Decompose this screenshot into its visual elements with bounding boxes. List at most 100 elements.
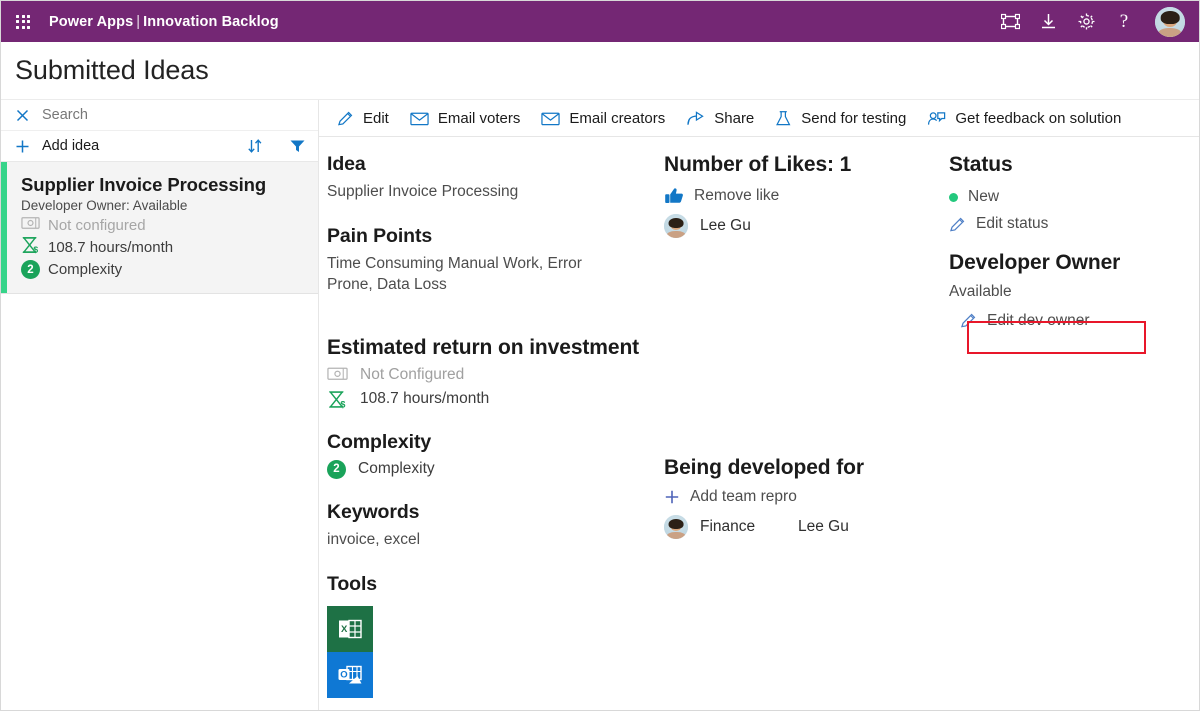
search-row[interactable] [1, 100, 318, 131]
idea-heading: Idea [327, 153, 366, 175]
pencil-icon [949, 216, 966, 233]
edit-button[interactable]: Edit [329, 100, 402, 137]
add-idea-button[interactable]: Add idea [42, 138, 99, 154]
idea-roi-money-value: Not configured [48, 216, 146, 234]
team-name: Finance [700, 518, 756, 535]
email-creators-label: Email creators [569, 109, 666, 127]
outlook-tool-icon[interactable]: O [327, 651, 373, 698]
send-for-testing-label: Send for testing [801, 109, 907, 127]
page-header: Submitted Ideas [1, 42, 1199, 100]
plus-icon[interactable] [15, 139, 30, 154]
add-team-repro-button[interactable]: Add team repro [664, 488, 949, 506]
share-icon [686, 110, 705, 127]
close-icon[interactable] [15, 108, 30, 123]
idea-complexity: 2 Complexity [21, 260, 304, 279]
likes-heading: Number of Likes: 1 [664, 153, 852, 176]
edit-label: Edit [363, 109, 389, 127]
idea-roi-money: Not configured [21, 216, 304, 234]
hourglass-dollar-icon: $ [21, 236, 40, 258]
plus-icon [664, 489, 680, 505]
svg-text:X: X [341, 624, 348, 635]
idea-roi-time: $ 108.7 hours/month [21, 236, 304, 258]
svg-text:$: $ [33, 245, 38, 254]
detail-pane: Edit Email voters Email creators Share S… [319, 100, 1199, 710]
avatar[interactable] [1155, 6, 1185, 37]
filter-icon[interactable] [289, 138, 306, 154]
edit-status-label: Edit status [976, 215, 1049, 232]
share-label: Share [714, 109, 755, 127]
voter-name: Lee Gu [700, 217, 751, 234]
complexity-badge: 2 [327, 459, 346, 479]
help-icon[interactable]: ? [1113, 11, 1135, 33]
download-icon[interactable] [1037, 11, 1059, 33]
developer-owner-heading: Developer Owner [949, 251, 1121, 274]
remove-like-label: Remove like [694, 187, 780, 204]
power-apps-window: Power Apps | Innovation Backlog ? Submit… [0, 0, 1200, 711]
status-value: New [968, 188, 1000, 205]
keywords-value: invoice, excel [327, 530, 421, 548]
email-voters-label: Email voters [437, 109, 521, 127]
help-glyph: ? [1119, 11, 1129, 32]
roi-heading: Estimated return on investment [327, 335, 640, 359]
settings-gear-icon[interactable] [1075, 11, 1097, 33]
list-item[interactable]: Supplier Invoice Processing Developer Ow… [1, 162, 318, 294]
roi-money-row: Not Configured [327, 366, 664, 384]
voter-row: Lee Gu [664, 214, 949, 238]
app-launcher-icon[interactable] [9, 8, 37, 36]
developed-for-heading: Being developed for [664, 456, 864, 479]
idea-complexity-label: Complexity [48, 261, 123, 278]
keywords-heading: Keywords [327, 500, 420, 523]
money-bill-icon [327, 366, 348, 381]
status-heading: Status [949, 153, 1013, 176]
send-for-testing-button[interactable]: Send for testing [767, 100, 919, 137]
page-body: Add idea Supplier Invoice Processing Dev… [1, 100, 1199, 710]
fit-to-screen-icon[interactable] [999, 11, 1021, 33]
team-row: Finance Lee Gu [664, 515, 949, 539]
status-value-row: New [949, 188, 1199, 206]
edit-dev-owner-label: Edit dev owner [987, 311, 1090, 329]
idea-subtitle: Developer Owner: Available [21, 198, 188, 213]
brand-separator: | [136, 13, 141, 30]
idea-title: Supplier Invoice Processing [21, 174, 267, 195]
sort-icon[interactable] [247, 138, 263, 154]
detail-column-middle: Number of Likes: 1 Remove like Lee Gu Be… [664, 153, 949, 710]
idea-value: Supplier Invoice Processing [327, 183, 519, 200]
roi-money-value: Not Configured [360, 365, 465, 383]
flask-icon [775, 110, 792, 127]
brand-primary: Power Apps [49, 13, 134, 30]
edit-dev-owner-button[interactable]: Edit dev owner [949, 312, 1199, 330]
add-idea-row: Add idea [1, 131, 318, 162]
topbar-icon-group: ? [999, 6, 1189, 37]
team-person-name: Lee Gu [798, 518, 849, 535]
detail-column-right: Status New Edit status Developer Owner A… [949, 153, 1199, 710]
edit-status-button[interactable]: Edit status [949, 215, 1199, 233]
idea-roi-time-value: 108.7 hours/month [48, 238, 174, 256]
pencil-icon [337, 110, 354, 127]
excel-tool-icon[interactable]: X [327, 605, 373, 652]
top-navigation-bar: Power Apps | Innovation Backlog ? [1, 1, 1199, 42]
voter-avatar [664, 214, 688, 238]
pain-points-heading: Pain Points [327, 224, 433, 247]
roi-time-row: $ 108.7 hours/month [327, 390, 664, 409]
complexity-heading: Complexity [327, 430, 432, 453]
brand-title[interactable]: Power Apps | Innovation Backlog [49, 14, 279, 30]
brand-secondary: Innovation Backlog [143, 13, 279, 30]
complexity-label: Complexity [358, 459, 435, 477]
email-creators-button[interactable]: Email creators [533, 100, 678, 137]
email-voters-button[interactable]: Email voters [402, 100, 534, 137]
tools-heading: Tools [327, 572, 378, 595]
envelope-icon [541, 111, 561, 126]
complexity-row: 2 Complexity [327, 459, 664, 479]
get-feedback-button[interactable]: Get feedback on solution [919, 100, 1134, 137]
svg-text:O: O [340, 669, 347, 680]
envelope-icon [410, 111, 429, 126]
remove-like-button[interactable]: Remove like [664, 187, 949, 205]
detail-column-left: Idea Supplier Invoice Processing Pain Po… [319, 153, 664, 710]
search-input[interactable] [42, 107, 282, 123]
feedback-person-icon [927, 110, 946, 127]
share-button[interactable]: Share [678, 100, 767, 137]
waffle-grid [16, 14, 30, 29]
svg-text:$: $ [340, 399, 345, 408]
complexity-badge: 2 [21, 260, 40, 279]
add-team-repro-label: Add team repro [690, 488, 797, 505]
